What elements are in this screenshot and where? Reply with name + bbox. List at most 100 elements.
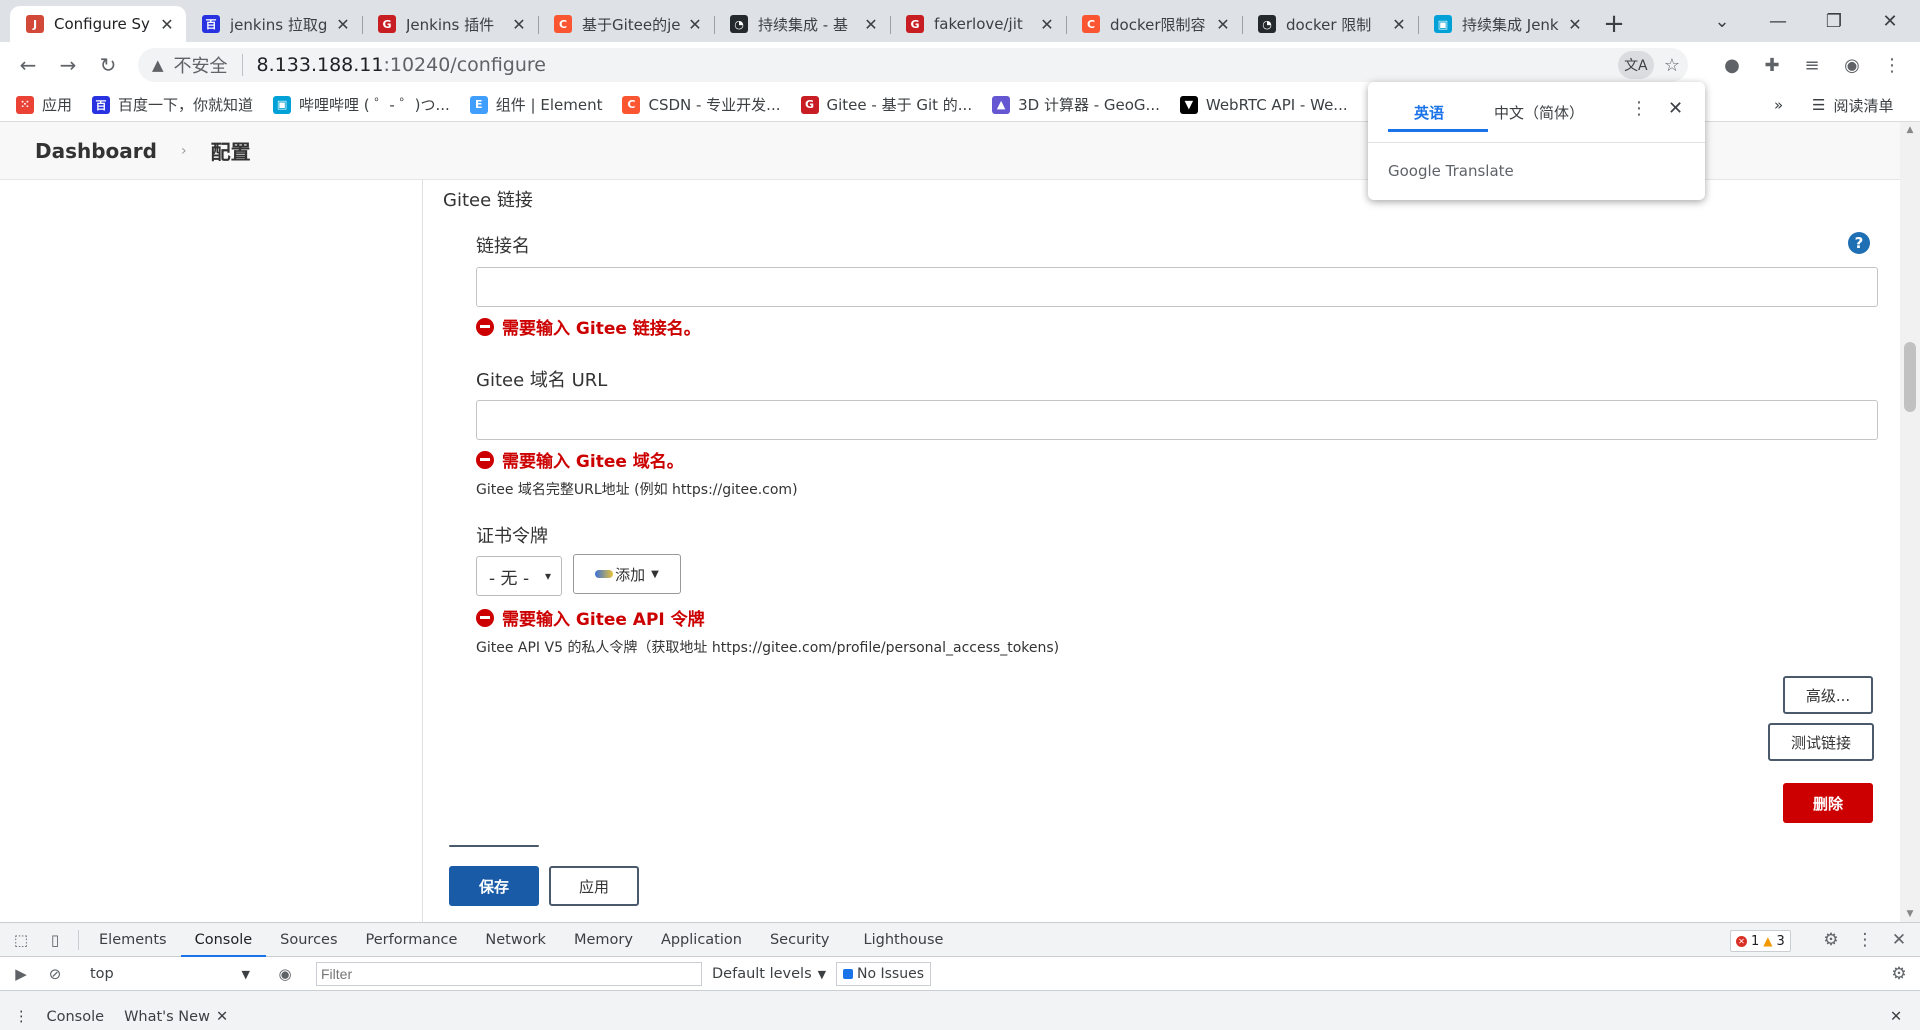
csdn-icon: C bbox=[1082, 15, 1100, 33]
devtools-tab-sources[interactable]: Sources bbox=[266, 923, 351, 957]
window-close-icon[interactable]: ✕ bbox=[1862, 0, 1918, 42]
devtools-tab-elements[interactable]: Elements bbox=[85, 923, 181, 957]
advanced-button[interactable]: 高级... bbox=[1783, 676, 1873, 714]
close-icon[interactable]: ✕ bbox=[1566, 15, 1584, 34]
browser-tab[interactable]: C 基于Gitee的je ✕ bbox=[538, 6, 714, 42]
browser-tab[interactable]: ▣ 持续集成 Jenk ✕ bbox=[1418, 6, 1594, 42]
device-toolbar-icon[interactable]: ▯ bbox=[38, 923, 72, 957]
drawer-tab-whats-new[interactable]: What's New bbox=[124, 1009, 210, 1025]
close-icon[interactable]: ✕ bbox=[216, 1009, 228, 1025]
devtools-tab-network[interactable]: Network bbox=[471, 923, 560, 957]
close-icon[interactable]: ✕ bbox=[158, 15, 176, 34]
devtools-tab-security[interactable]: Security bbox=[756, 923, 844, 957]
media-control-icon[interactable]: ≡ bbox=[1792, 42, 1832, 88]
breadcrumb-configure[interactable]: 配置 bbox=[211, 136, 251, 165]
inspect-element-icon[interactable]: ⬚ bbox=[4, 923, 38, 957]
save-button[interactable]: 保存 bbox=[449, 866, 539, 906]
browser-tab[interactable]: C docker限制容 ✕ bbox=[1066, 6, 1242, 42]
translate-source-tab[interactable]: 英语 bbox=[1414, 102, 1444, 123]
clear-console-icon[interactable]: ⊘ bbox=[38, 957, 72, 991]
browser-tab-active[interactable]: J Configure Sy ✕ bbox=[10, 6, 186, 42]
translate-icon[interactable]: 文A bbox=[1617, 51, 1654, 79]
more-options-icon[interactable]: ⋮ bbox=[1630, 98, 1648, 119]
credential-select[interactable]: - 无 - ▾ bbox=[476, 556, 562, 596]
forward-icon[interactable]: → bbox=[48, 45, 88, 85]
bookmark-item[interactable]: C CSDN - 专业开发... bbox=[622, 94, 781, 115]
bookmark-item[interactable]: ▣ 哔哩哔哩 ( ゜- ゜)つ... bbox=[273, 94, 450, 115]
close-icon[interactable]: ✕ bbox=[1214, 15, 1232, 34]
page-scrollbar[interactable]: ▲ ▼ bbox=[1900, 122, 1920, 922]
devtools-tab-lighthouse[interactable]: Lighthouse bbox=[850, 923, 958, 957]
breadcrumb-dashboard[interactable]: Dashboard bbox=[35, 139, 157, 163]
scroll-up-icon[interactable]: ▲ bbox=[1900, 122, 1920, 138]
domain-url-input[interactable] bbox=[476, 400, 1878, 440]
connection-name-input[interactable] bbox=[476, 267, 1878, 307]
browser-tab[interactable]: 百 jenkins 拉取g ✕ bbox=[186, 6, 362, 42]
star-icon[interactable]: ☆ bbox=[1664, 55, 1680, 76]
sidebar-toggle-icon[interactable]: ▶ bbox=[4, 957, 38, 991]
settings-gear-icon[interactable]: ⚙ bbox=[1814, 923, 1848, 957]
restore-icon[interactable]: ❐ bbox=[1806, 0, 1862, 42]
bookmark-apps[interactable]: ⁙ 应用 bbox=[16, 94, 72, 115]
tab-search-icon[interactable]: ⌄ bbox=[1694, 0, 1750, 42]
connection-name-label: 链接名 bbox=[476, 236, 530, 257]
bookmark-item[interactable]: ▲ 3D 计算器 - GeoG... bbox=[992, 94, 1160, 115]
browser-tab[interactable]: G fakerlove/jit ✕ bbox=[890, 6, 1066, 42]
devtools-tab-console[interactable]: Console bbox=[180, 923, 267, 957]
browser-tab[interactable]: ◔ docker 限制 ✕ bbox=[1242, 6, 1418, 42]
close-icon[interactable]: ✕ bbox=[1668, 98, 1683, 119]
close-icon[interactable]: ✕ bbox=[1038, 15, 1056, 34]
close-icon[interactable]: ✕ bbox=[510, 15, 528, 34]
drawer-tab-console[interactable]: Console bbox=[47, 1009, 105, 1025]
delete-button[interactable]: 删除 bbox=[1783, 783, 1873, 823]
close-icon[interactable]: ✕ bbox=[686, 15, 704, 34]
bookmarks-overflow-icon[interactable]: » bbox=[1774, 88, 1783, 122]
close-icon[interactable]: ✕ bbox=[334, 15, 352, 34]
log-levels-dropdown[interactable]: Default levels ▼ bbox=[712, 962, 826, 986]
console-settings-gear-icon[interactable]: ⚙ bbox=[1882, 957, 1916, 991]
levels-label: Default levels bbox=[712, 966, 812, 982]
scroll-down-icon[interactable]: ▼ bbox=[1900, 906, 1920, 922]
gitee-icon: G bbox=[378, 15, 396, 33]
context-select[interactable]: top ▼ bbox=[84, 962, 256, 986]
devtools-tab-application[interactable]: Application bbox=[647, 923, 756, 957]
extensions-puzzle-icon[interactable]: ✚ bbox=[1752, 42, 1792, 88]
close-devtools-icon[interactable]: ✕ bbox=[1882, 923, 1916, 957]
minimize-icon[interactable]: — bbox=[1750, 0, 1806, 42]
close-drawer-icon[interactable]: ✕ bbox=[1890, 1009, 1902, 1025]
back-icon[interactable]: ← bbox=[8, 45, 48, 85]
address-bar[interactable]: ▲ 不安全 8.133.188.11 :10240/configure 文A ☆ bbox=[138, 48, 1688, 82]
drawer-menu-icon[interactable]: ⋮ bbox=[14, 1009, 29, 1025]
error-warning-counter[interactable]: ✕ 1 ▲ 3 bbox=[1730, 930, 1791, 952]
console-filter-input[interactable] bbox=[316, 962, 702, 986]
translate-target-tab[interactable]: 中文（简体） bbox=[1494, 102, 1584, 123]
help-icon[interactable]: ? bbox=[1848, 232, 1870, 254]
close-icon[interactable]: ✕ bbox=[1390, 15, 1408, 34]
add-credential-button[interactable]: 添加 ▼ bbox=[573, 554, 681, 594]
profile-avatar-icon[interactable]: ◉ bbox=[1832, 42, 1872, 88]
browser-tab[interactable]: ◔ 持续集成 - 基 ✕ bbox=[714, 6, 890, 42]
scroll-thumb[interactable] bbox=[1904, 342, 1916, 412]
reading-list-icon: ☰ bbox=[1812, 96, 1826, 114]
devtools-tab-memory[interactable]: Memory bbox=[560, 923, 647, 957]
tab-title: fakerlove/jit bbox=[934, 15, 1023, 33]
reading-list-button[interactable]: ☰ 阅读清单 bbox=[1812, 88, 1893, 122]
browser-tab[interactable]: G Jenkins 插件 ✕ bbox=[362, 6, 538, 42]
test-connection-button[interactable]: 测试链接 bbox=[1768, 723, 1874, 761]
devtools-tab-performance[interactable]: Performance bbox=[352, 923, 472, 957]
new-tab-button[interactable]: + bbox=[1594, 6, 1634, 42]
menu-kebab-icon[interactable]: ⋮ bbox=[1872, 42, 1912, 88]
reload-icon[interactable]: ↻ bbox=[88, 45, 128, 85]
csdn-icon: C bbox=[622, 95, 641, 114]
drawer-splitter[interactable] bbox=[0, 991, 1920, 1003]
bookmark-item[interactable]: 百 百度一下，你就知道 bbox=[92, 94, 253, 115]
close-icon[interactable]: ✕ bbox=[862, 15, 880, 34]
bookmark-item[interactable]: G Gitee - 基于 Git 的... bbox=[800, 94, 972, 115]
bookmark-item[interactable]: E 组件 | Element bbox=[469, 94, 602, 115]
live-expression-eye-icon[interactable]: ◉ bbox=[268, 957, 302, 991]
devtools-menu-icon[interactable]: ⋮ bbox=[1848, 923, 1882, 957]
bookmark-item[interactable]: ▼ WebRTC API - We... bbox=[1179, 95, 1348, 114]
apply-button[interactable]: 应用 bbox=[549, 866, 639, 906]
extension-globe-icon[interactable]: ● bbox=[1712, 42, 1752, 88]
issues-button[interactable]: No Issues bbox=[836, 962, 931, 986]
